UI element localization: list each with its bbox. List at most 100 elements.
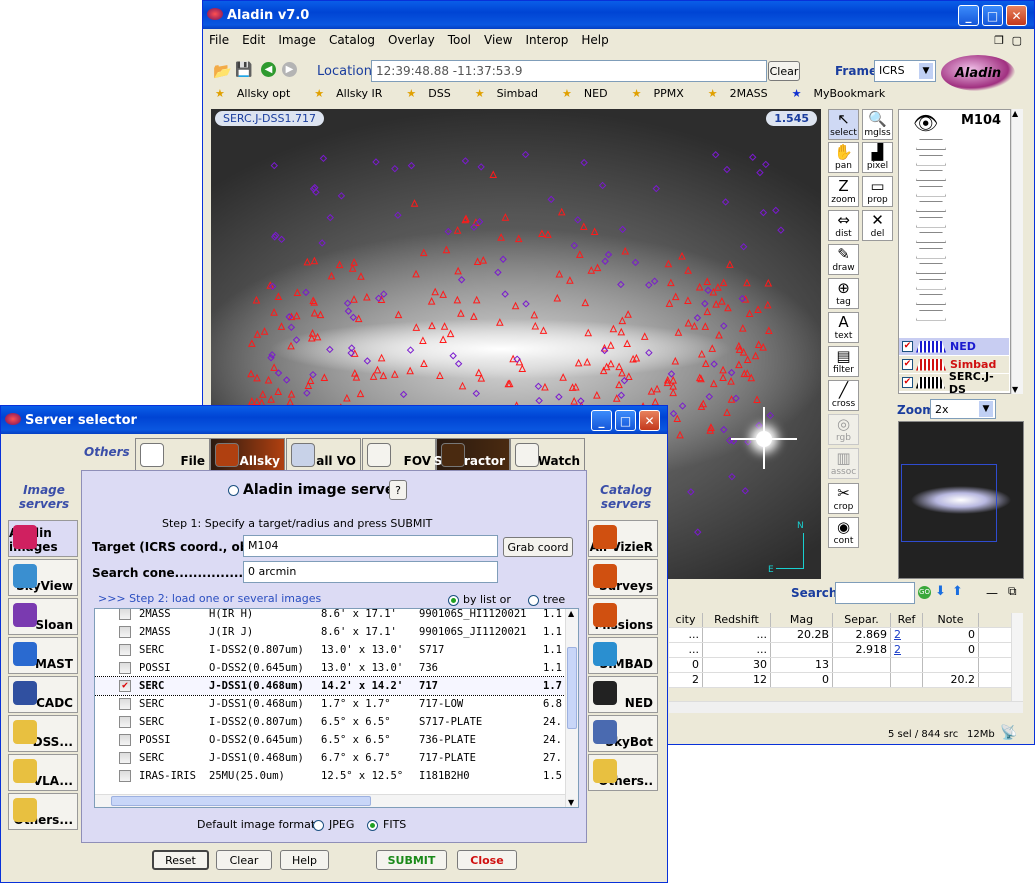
simbad-marker[interactable]: [469, 312, 478, 320]
column-header[interactable]: Separ.: [833, 613, 891, 627]
tool-assoc[interactable]: ▥ assoc: [828, 448, 859, 479]
simbad-marker[interactable]: [458, 381, 467, 390]
simbad-marker[interactable]: [701, 359, 710, 368]
clear-button[interactable]: Clear: [216, 850, 272, 870]
simbad-marker[interactable]: [473, 257, 482, 266]
ned-marker[interactable]: [363, 357, 372, 365]
simbad-marker[interactable]: [555, 269, 564, 278]
simbad-marker[interactable]: [618, 368, 626, 377]
help-button[interactable]: Help: [280, 850, 329, 870]
simbad-marker[interactable]: [327, 271, 336, 280]
simbad-marker[interactable]: [270, 363, 278, 371]
image-list[interactable]: 2MASS H(IR H) 8.6' x 17.1' 990106S_HI112002…: [94, 608, 579, 808]
simbad-marker[interactable]: [553, 293, 562, 302]
tool-cross[interactable]: ╱ cross: [828, 380, 859, 411]
simbad-marker[interactable]: [379, 371, 388, 380]
simbad-marker[interactable]: [576, 250, 584, 258]
simbad-marker[interactable]: [714, 283, 722, 291]
ned-marker[interactable]: [449, 352, 457, 360]
ned-marker[interactable]: [604, 250, 613, 259]
simbad-marker[interactable]: [316, 310, 325, 319]
ned-marker[interactable]: [534, 382, 543, 391]
simbad-marker[interactable]: [439, 290, 447, 298]
simbad-marker[interactable]: [621, 246, 630, 255]
simbad-marker[interactable]: [453, 295, 462, 304]
tool-rgb[interactable]: ◎ rgb: [828, 414, 859, 445]
image-row[interactable]: SERC I-DSS2(0.807um) 13.0' x 13.0' S717 1.1: [95, 641, 565, 659]
ned-marker[interactable]: [326, 213, 334, 222]
ned-marker[interactable]: [302, 288, 310, 297]
plane-checkbox[interactable]: ✔: [902, 359, 913, 370]
simbad-marker[interactable]: [695, 282, 704, 291]
simbad-marker[interactable]: [745, 309, 754, 317]
ned-marker[interactable]: [444, 227, 452, 236]
image-list-hscrollbar[interactable]: [95, 794, 565, 807]
ned-marker[interactable]: [394, 211, 402, 219]
simbad-marker[interactable]: [754, 340, 763, 348]
ned-marker[interactable]: [477, 163, 485, 171]
simbad-marker[interactable]: [743, 355, 752, 364]
simbad-marker[interactable]: [735, 360, 743, 369]
server-surveys[interactable]: Surveys: [588, 559, 658, 596]
simbad-marker[interactable]: [419, 336, 427, 344]
simbad-marker[interactable]: [599, 366, 608, 375]
ned-marker[interactable]: [645, 281, 653, 289]
simbad-marker[interactable]: [511, 301, 520, 310]
simbad-marker[interactable]: [747, 373, 756, 382]
menu-tool[interactable]: Tool: [448, 33, 471, 47]
maximize-icon[interactable]: ▢: [1012, 34, 1022, 47]
image-row[interactable]: SERC J-DSS1(0.468um) 6.7° x 6.7° 717-PLATE 2…: [95, 749, 565, 767]
simbad-marker[interactable]: [579, 222, 588, 230]
tool-cont[interactable]: ◉ cont: [828, 517, 859, 548]
menu-overlay[interactable]: Overlay: [388, 33, 435, 47]
simbad-marker[interactable]: [678, 251, 686, 260]
aladin-titlebar[interactable]: Aladin v7.0 _ □ ✕: [203, 1, 1034, 29]
column-header[interactable]: city: [669, 613, 703, 627]
simbad-marker[interactable]: [566, 276, 574, 284]
simbad-marker[interactable]: [763, 300, 772, 309]
ned-marker[interactable]: [701, 299, 709, 308]
simbad-marker[interactable]: [684, 296, 692, 304]
plane-checkbox[interactable]: ✔: [902, 377, 913, 388]
target-input[interactable]: M104: [243, 535, 498, 557]
help-question-button[interactable]: ?: [389, 480, 407, 500]
plane-checkbox[interactable]: ✔: [902, 341, 913, 352]
ned-marker[interactable]: [318, 239, 326, 247]
simbad-marker[interactable]: [313, 332, 322, 341]
simbad-marker[interactable]: [559, 373, 567, 381]
simbad-marker[interactable]: [454, 266, 462, 275]
simbad-marker[interactable]: [350, 258, 358, 266]
image-row-checkbox[interactable]: [119, 626, 131, 638]
simbad-marker[interactable]: [303, 257, 312, 266]
ned-marker[interactable]: [319, 154, 328, 163]
server-skyview[interactable]: SkyView: [8, 559, 78, 596]
image-row[interactable]: SERC J-DSS1(0.468um) 1.7° x 1.7° 717-LOW 6.8: [95, 695, 565, 713]
ned-marker[interactable]: [343, 299, 352, 307]
server-sloan[interactable]: Sloan: [8, 598, 78, 635]
ned-marker[interactable]: [461, 157, 470, 165]
simbad-marker[interactable]: [753, 395, 761, 403]
column-header[interactable]: Mag: [771, 613, 833, 627]
ned-marker[interactable]: [739, 243, 748, 251]
simbad-marker[interactable]: [369, 372, 378, 380]
simbad-marker[interactable]: [293, 288, 302, 297]
zoom-select[interactable]: 2x ▼: [930, 399, 996, 419]
simbad-marker[interactable]: [581, 298, 590, 307]
simbad-marker[interactable]: [574, 358, 583, 367]
simbad-marker[interactable]: [541, 382, 549, 391]
ned-marker[interactable]: [270, 161, 278, 170]
simbad-marker[interactable]: [350, 295, 358, 303]
menu-help[interactable]: Help: [581, 33, 608, 47]
simbad-marker[interactable]: [277, 322, 286, 330]
ned-marker[interactable]: [777, 226, 785, 234]
server-all-vizier[interactable]: All VizieR: [588, 520, 658, 557]
fits-radio[interactable]: [367, 820, 378, 831]
table-row[interactable]: ...... 2.918 2 0: [669, 643, 1011, 658]
ned-marker[interactable]: [277, 235, 286, 244]
bookmark-item[interactable]: ★ Allsky opt: [215, 87, 302, 100]
bookmark-item[interactable]: ★ NED: [562, 87, 620, 100]
simbad-marker[interactable]: [651, 397, 660, 406]
simbad-marker[interactable]: [754, 305, 762, 313]
simbad-marker[interactable]: [673, 414, 682, 423]
simbad-marker[interactable]: [593, 390, 601, 399]
